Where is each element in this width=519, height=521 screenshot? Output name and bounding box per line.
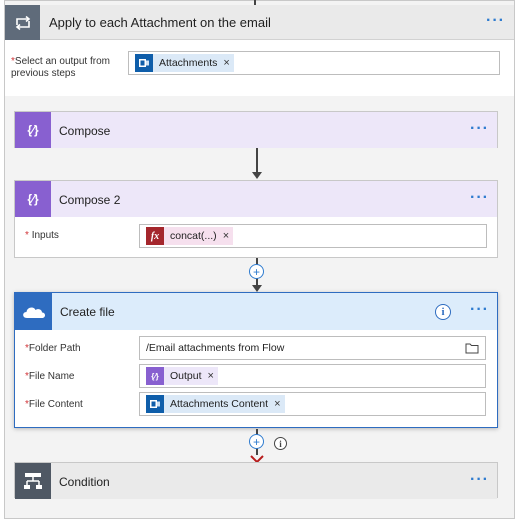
apply-to-each-title: Apply to each Attachment on the email [49,15,271,30]
more-options-icon[interactable]: ··· [470,471,489,489]
compose-2-header[interactable]: {∕} Compose 2 ··· [15,181,497,217]
create-file-header[interactable]: Create file i ··· [15,293,497,330]
inputs-field[interactable]: fx concat(...) × [139,224,487,248]
remove-token-icon[interactable]: × [208,370,218,382]
folder-path-field[interactable]: /Email attachments from Flow [139,336,486,360]
connector-line [256,148,258,173]
create-file-title: Create file [60,305,115,319]
more-options-icon[interactable]: ··· [470,120,489,138]
outlook-icon [135,54,153,72]
folder-path-value: /Email attachments from Flow [146,342,285,354]
compose-2-card[interactable]: {∕} Compose 2 ··· * Inputs fx concat(...… [14,180,498,258]
output-token-label: Output [170,370,202,382]
file-name-label: *File Name [25,371,75,382]
select-output-field[interactable]: Attachments × [128,51,500,75]
compose-title: Compose [59,124,111,138]
compose-icon: {∕} [15,181,51,217]
output-token[interactable]: {∕} Output × [146,367,218,385]
attachments-token-label: Attachments [159,57,218,69]
compose-icon: {∕} [15,112,51,148]
onedrive-icon [15,293,52,330]
file-content-field[interactable]: Attachments Content × [139,392,486,416]
more-options-icon[interactable]: ··· [470,301,489,319]
apply-to-each-body: *Select an output from previous steps At… [5,40,514,96]
add-step-icon[interactable]: + [249,264,264,279]
file-name-field[interactable]: {∕} Output × [139,364,486,388]
create-file-card[interactable]: Create file i ··· *Folder Path /Email at… [14,292,498,428]
concat-token[interactable]: fx concat(...) × [146,227,234,245]
apply-to-each-header[interactable]: Apply to each Attachment on the email ··… [5,5,514,40]
loop-icon [5,5,40,40]
folder-path-label: *Folder Path [25,343,81,354]
remove-token-icon[interactable]: × [223,230,233,242]
condition-header[interactable]: Condition ··· [15,463,497,499]
more-options-icon[interactable]: ··· [486,12,505,30]
outlook-icon [146,395,164,413]
compose-2-title: Compose 2 [59,193,121,207]
compose-card[interactable]: {∕} Compose ··· [14,111,498,148]
more-options-icon[interactable]: ··· [470,189,489,207]
condition-icon [15,463,51,499]
inputs-label: * Inputs [25,230,59,241]
add-step-icon[interactable]: + [249,434,264,449]
condition-card[interactable]: Condition ··· [14,462,498,499]
function-icon: fx [146,227,164,245]
attachments-token[interactable]: Attachments × [135,54,234,72]
attachments-content-token-label: Attachments Content [170,398,269,410]
attachments-content-token[interactable]: Attachments Content × [146,395,285,413]
concat-token-label: concat(...) [170,230,217,242]
info-icon[interactable]: i [435,304,451,320]
folder-icon[interactable] [465,341,479,359]
condition-title: Condition [59,475,110,489]
compose-icon: {∕} [146,367,164,385]
compose-header[interactable]: {∕} Compose ··· [15,112,497,148]
file-content-label: *File Content [25,399,83,410]
remove-token-icon[interactable]: × [274,398,284,410]
info-icon[interactable]: i [274,437,287,450]
arrow-down-icon [252,285,262,292]
remove-token-icon[interactable]: × [223,57,233,69]
select-output-label: *Select an output from previous steps [11,56,110,79]
arrow-down-icon [252,172,262,179]
